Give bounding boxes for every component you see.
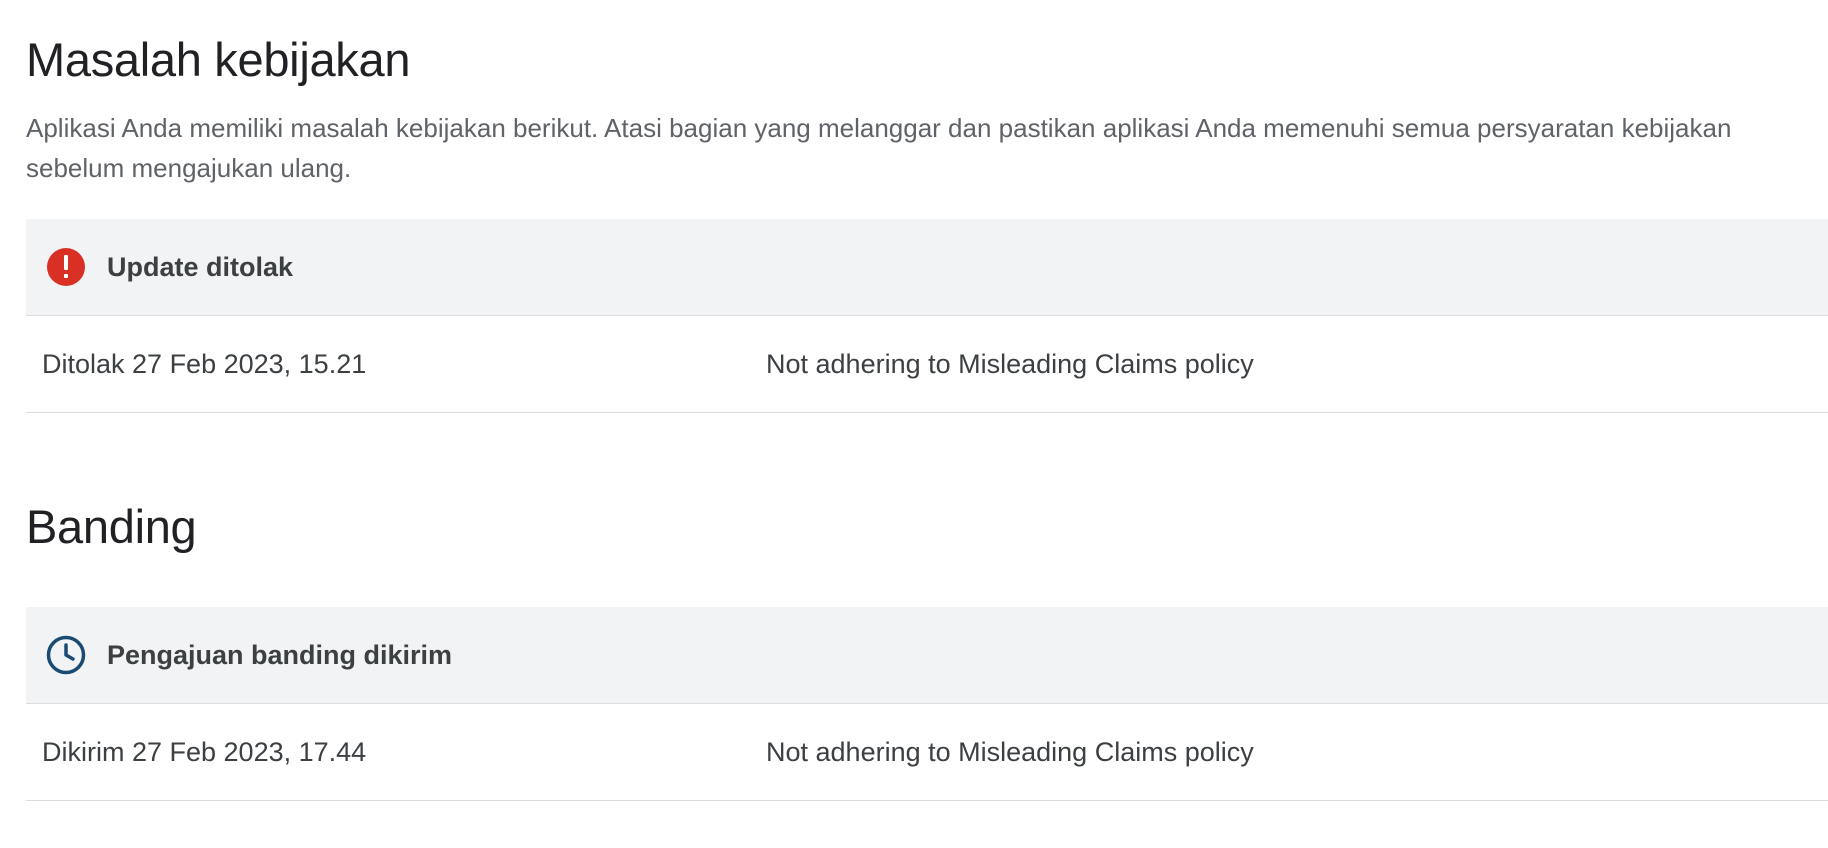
policy-status-label: Update ditolak <box>107 251 294 282</box>
appeal-submitted-date: Dikirim 27 Feb 2023, 17.44 <box>42 736 367 767</box>
policy-issues-description: Aplikasi Anda memiliki masalah kebijakan… <box>26 113 1732 183</box>
page: Masalah kebijakan Aplikasi Anda memiliki… <box>26 0 1828 848</box>
policy-issues-title: Masalah kebijakan <box>26 33 411 86</box>
rejection-date: Ditolak 27 Feb 2023, 15.21 <box>42 348 367 379</box>
clock-icon <box>45 634 87 676</box>
appeal-status-label: Pengajuan banding dikirim <box>107 639 453 670</box>
table-row: Ditolak 27 Feb 2023, 15.21 Not adhering … <box>26 316 1828 413</box>
appeal-status-header: Pengajuan banding dikirim <box>26 607 1828 704</box>
appeal-reason: Not adhering to Misleading Claims policy <box>766 736 1254 767</box>
table-row: Dikirim 27 Feb 2023, 17.44 Not adhering … <box>26 704 1828 801</box>
rejection-reason: Not adhering to Misleading Claims policy <box>766 348 1254 379</box>
appeal-title: Banding <box>26 500 197 553</box>
policy-issue-card: Update ditolak Ditolak 27 Feb 2023, 15.2… <box>26 219 1828 413</box>
appeal-card: Pengajuan banding dikirim Dikirim 27 Feb… <box>26 607 1828 801</box>
policy-status-header: Update ditolak <box>26 219 1828 316</box>
error-icon <box>45 246 87 288</box>
